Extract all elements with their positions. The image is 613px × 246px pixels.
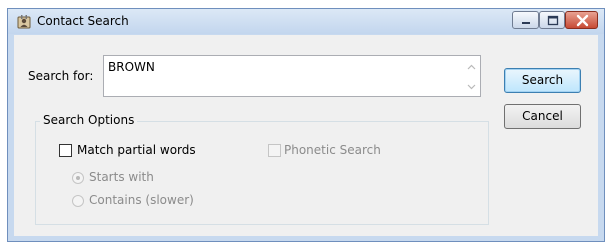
match-partial-words-label[interactable]: Match partial words bbox=[77, 143, 196, 157]
search-input[interactable]: BROWN bbox=[103, 55, 481, 97]
starts-with-radio[interactable] bbox=[72, 172, 84, 184]
search-for-label: Search for: bbox=[28, 69, 94, 83]
close-icon bbox=[576, 14, 589, 27]
cancel-button[interactable]: Cancel bbox=[504, 104, 581, 129]
scroll-down-icon[interactable] bbox=[467, 84, 476, 90]
starts-with-label[interactable]: Starts with bbox=[89, 170, 154, 184]
maximize-icon bbox=[547, 15, 559, 26]
minimize-icon bbox=[522, 22, 530, 24]
dialog-client-area: Search for: BROWN Search Cancel Search O… bbox=[14, 35, 598, 236]
title-bar[interactable]: Contact Search bbox=[8, 9, 604, 34]
phonetic-search-label[interactable]: Phonetic Search bbox=[284, 143, 381, 157]
maximize-button[interactable] bbox=[539, 11, 565, 29]
search-input-value: BROWN bbox=[108, 60, 155, 74]
search-button[interactable]: Search bbox=[504, 68, 581, 93]
radio-selected-dot bbox=[76, 176, 80, 180]
minimize-button[interactable] bbox=[512, 11, 539, 29]
window-title: Contact Search bbox=[37, 14, 129, 28]
match-partial-words-checkbox[interactable] bbox=[59, 144, 72, 157]
contact-search-window: Contact Search Search for: BROWN Search … bbox=[7, 8, 605, 242]
scroll-up-icon[interactable] bbox=[467, 64, 476, 70]
contains-radio[interactable] bbox=[72, 195, 84, 207]
contact-book-icon bbox=[16, 14, 32, 30]
phonetic-search-checkbox[interactable] bbox=[268, 144, 281, 157]
contains-label[interactable]: Contains (slower) bbox=[89, 193, 194, 207]
close-button[interactable] bbox=[565, 11, 598, 29]
search-options-title: Search Options bbox=[40, 113, 138, 127]
